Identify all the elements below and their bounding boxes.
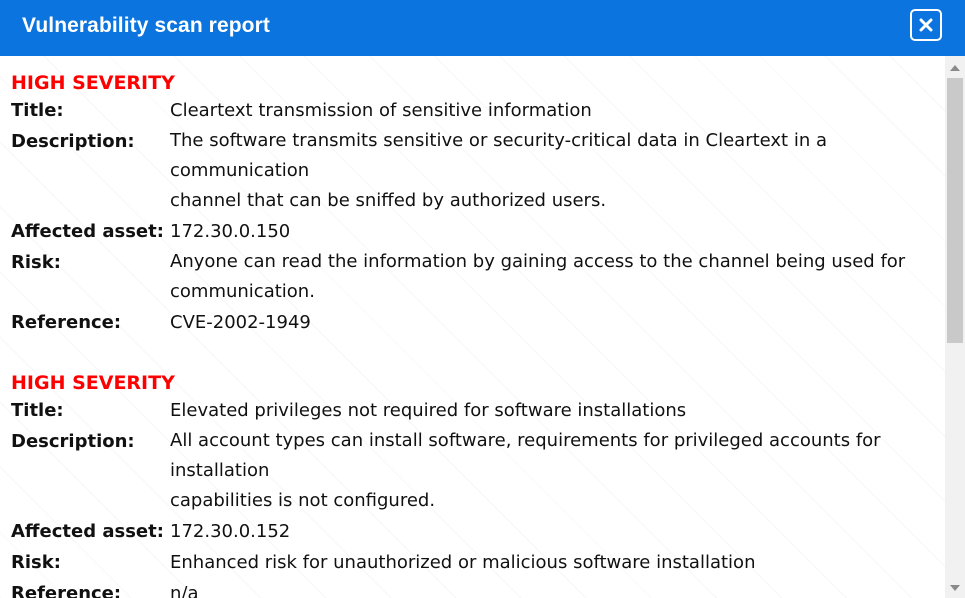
reference-row: Reference: CVE-2002-1949: [0, 307, 945, 338]
description-label: Description:: [11, 431, 135, 452]
chevron-up-icon: [950, 65, 960, 71]
reference-row: Reference: n/a: [0, 578, 945, 598]
window-title: Vulnerability scan report: [22, 14, 270, 37]
affected-asset-label: Affected asset:: [11, 221, 164, 242]
description-row: Description: The software transmits sens…: [0, 126, 945, 216]
reference-value: n/a: [170, 583, 199, 598]
description-line-2: capabilities is not configured.: [170, 490, 436, 511]
risk-label: Risk:: [11, 552, 61, 573]
affected-asset-value: 172.30.0.150: [170, 221, 291, 242]
title-label: Title:: [11, 400, 64, 421]
reference-value: CVE-2002-1949: [170, 312, 311, 333]
risk-line-1: Anyone can read the information by gaini…: [170, 251, 906, 272]
scroll-up-button[interactable]: [945, 58, 965, 78]
reference-label: Reference:: [11, 312, 122, 333]
description-value: The software transmits sensitive or secu…: [170, 126, 945, 216]
title-value: Cleartext transmission of sensitive info…: [170, 100, 592, 121]
title-row: Title: Elevated privileges not required …: [0, 395, 945, 426]
description-row: Description: All account types can insta…: [0, 426, 945, 516]
affected-asset-value: 172.30.0.152: [170, 521, 291, 542]
risk-value: Anyone can read the information by gaini…: [170, 247, 945, 307]
chevron-down-icon: [950, 585, 960, 591]
scrollbar-thumb[interactable]: [947, 78, 963, 343]
finding-1: HIGH SEVERITY Title: Cleartext transmiss…: [0, 56, 945, 338]
title-label: Title:: [11, 100, 64, 121]
report-content[interactable]: HIGH SEVERITY Title: Cleartext transmiss…: [0, 56, 945, 598]
affected-asset-row: Affected asset: 172.30.0.152: [0, 516, 945, 547]
reference-label: Reference:: [11, 583, 122, 598]
risk-value: Enhanced risk for unauthorized or malici…: [170, 552, 756, 573]
risk-label: Risk:: [11, 252, 61, 273]
finding-2: HIGH SEVERITY Title: Elevated privileges…: [0, 338, 945, 598]
title-value: Elevated privileges not required for sof…: [170, 400, 687, 421]
description-line-1: The software transmits sensitive or secu…: [170, 130, 827, 181]
close-button[interactable]: [910, 9, 942, 41]
vertical-scrollbar[interactable]: [945, 56, 965, 598]
risk-row: Risk: Enhanced risk for unauthorized or …: [0, 547, 945, 578]
window-titlebar: Vulnerability scan report: [0, 0, 965, 56]
description-line-2: channel that can be sniffed by authorize…: [170, 190, 607, 211]
description-value: All account types can install software, …: [170, 426, 945, 516]
severity-heading: HIGH SEVERITY: [11, 372, 175, 394]
severity-heading: HIGH SEVERITY: [11, 72, 175, 94]
risk-row: Risk: Anyone can read the information by…: [0, 247, 945, 307]
affected-asset-row: Affected asset: 172.30.0.150: [0, 216, 945, 247]
description-line-1: All account types can install software, …: [170, 430, 881, 481]
close-icon: [919, 18, 933, 32]
risk-line-2: communication.: [170, 281, 315, 302]
scroll-down-button[interactable]: [945, 578, 965, 598]
title-row: Title: Cleartext transmission of sensiti…: [0, 95, 945, 126]
affected-asset-label: Affected asset:: [11, 521, 164, 542]
description-label: Description:: [11, 131, 135, 152]
